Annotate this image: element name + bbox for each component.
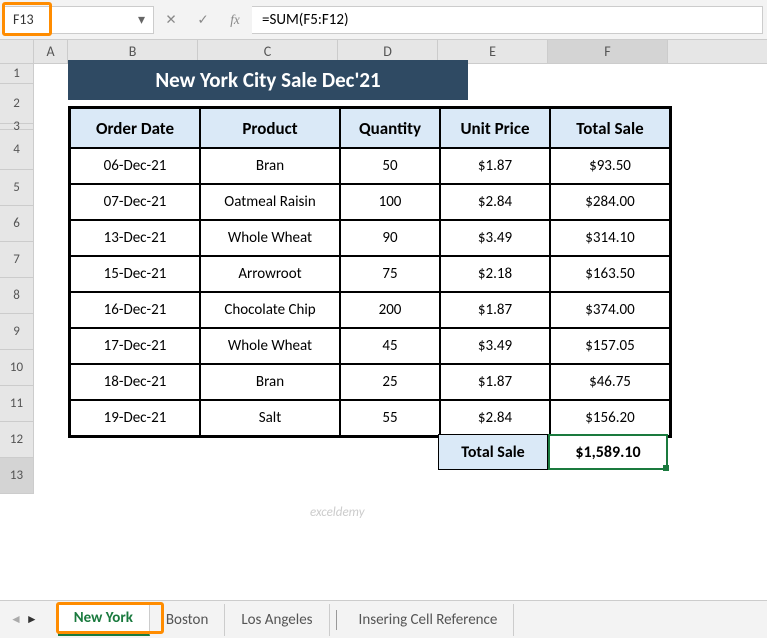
cell[interactable]: $1.87 (440, 292, 550, 328)
tab-label: New York (74, 609, 133, 627)
row-header-5[interactable]: 5 (0, 170, 34, 206)
cell[interactable]: 200 (340, 292, 440, 328)
row-header-1[interactable]: 1 (0, 64, 34, 84)
tab-separator (336, 610, 337, 630)
cell[interactable]: 50 (340, 148, 440, 184)
sheet-tabs-bar: ◄ ► New York Boston Los Angeles Insering… (0, 600, 767, 638)
row-headers: 1 2 3 4 5 6 7 8 9 10 11 12 13 (0, 64, 34, 494)
table-row: 16-Dec-21Chocolate Chip200$1.87$374.00 (70, 292, 670, 328)
cell[interactable]: $1.87 (440, 364, 550, 400)
cell[interactable]: 19-Dec-21 (70, 400, 200, 436)
cell[interactable]: $284.00 (550, 184, 670, 220)
check-icon: ✓ (197, 12, 208, 28)
formula-text: =SUM(F5:F12) (262, 11, 349, 29)
select-all-corner[interactable] (0, 40, 34, 63)
cell[interactable]: Bran (200, 364, 340, 400)
cell[interactable]: Arrowroot (200, 256, 340, 292)
cell[interactable]: $157.05 (550, 328, 670, 364)
total-label[interactable]: Total Sale (438, 434, 548, 470)
table-header-row: Order Date Product Quantity Unit Price T… (70, 108, 670, 148)
watermark: exceldemy (310, 505, 365, 520)
cell[interactable]: $3.49 (440, 328, 550, 364)
data-table: Order Date Product Quantity Unit Price T… (68, 106, 672, 438)
cell[interactable]: 17-Dec-21 (70, 328, 200, 364)
cell[interactable]: $163.50 (550, 256, 670, 292)
table-row: 13-Dec-21Whole Wheat90$3.49$314.10 (70, 220, 670, 256)
sheet-tab-los-angeles[interactable]: Los Angeles (225, 604, 329, 636)
formula-input[interactable]: =SUM(F5:F12) (252, 6, 763, 34)
table-row: 17-Dec-21Whole Wheat45$3.49$157.05 (70, 328, 670, 364)
header-unit-price[interactable]: Unit Price (440, 108, 550, 148)
accept-formula-button[interactable]: ✓ (188, 6, 218, 34)
cell[interactable]: 07-Dec-21 (70, 184, 200, 220)
sheet-tab-new-york[interactable]: New York (58, 604, 150, 636)
cell[interactable]: 75 (340, 256, 440, 292)
header-order-date[interactable]: Order Date (70, 108, 200, 148)
name-box-value: F13 (13, 11, 34, 28)
cell[interactable]: $314.10 (550, 220, 670, 256)
name-box[interactable]: F13 ▾ (4, 6, 154, 34)
cell[interactable]: $156.20 (550, 400, 670, 436)
header-quantity[interactable]: Quantity (340, 108, 440, 148)
spreadsheet-grid: A B C D E F 1 2 3 4 5 6 7 8 9 10 11 12 1… (0, 40, 767, 600)
cell[interactable]: Oatmeal Raisin (200, 184, 340, 220)
cell[interactable]: $2.84 (440, 400, 550, 436)
row-header-9[interactable]: 9 (0, 314, 34, 350)
tab-nav-next-icon[interactable]: ► (26, 612, 38, 627)
cell[interactable]: 45 (340, 328, 440, 364)
cell[interactable]: $1.87 (440, 148, 550, 184)
tab-navigation: ◄ ► (10, 612, 38, 627)
cell[interactable]: 06-Dec-21 (70, 148, 200, 184)
header-product[interactable]: Product (200, 108, 340, 148)
total-row: Total Sale $1,589.10 (438, 434, 668, 470)
cell[interactable]: $2.18 (440, 256, 550, 292)
row-header-11[interactable]: 11 (0, 386, 34, 422)
sheet-tab-inserting-ref[interactable]: Insering Cell Reference (343, 604, 515, 636)
fx-icon: fx (230, 12, 240, 28)
row-header-10[interactable]: 10 (0, 350, 34, 386)
cell[interactable]: 55 (340, 400, 440, 436)
table-row: 06-Dec-21Bran50$1.87$93.50 (70, 148, 670, 184)
active-cell-F13[interactable]: $1,589.10 (548, 434, 668, 470)
cancel-formula-button[interactable]: ✕ (156, 6, 186, 34)
row-header-2[interactable]: 2 (0, 84, 34, 124)
cell[interactable]: 18-Dec-21 (70, 364, 200, 400)
insert-function-button[interactable]: fx (220, 6, 250, 34)
row-header-6[interactable]: 6 (0, 206, 34, 242)
cell[interactable]: 100 (340, 184, 440, 220)
cell[interactable]: Bran (200, 148, 340, 184)
col-header-A[interactable]: A (34, 40, 68, 63)
cell[interactable]: 15-Dec-21 (70, 256, 200, 292)
row-header-7[interactable]: 7 (0, 242, 34, 278)
cell[interactable]: 25 (340, 364, 440, 400)
cell[interactable]: 13-Dec-21 (70, 220, 200, 256)
cell[interactable]: 90 (340, 220, 440, 256)
row-header-4[interactable]: 4 (0, 130, 34, 170)
row-header-13[interactable]: 13 (0, 458, 34, 494)
cell[interactable]: $3.49 (440, 220, 550, 256)
chevron-down-icon[interactable]: ▾ (138, 11, 145, 28)
formula-bar: F13 ▾ ✕ ✓ fx =SUM(F5:F12) (0, 0, 767, 40)
sheet-tab-boston[interactable]: Boston (150, 604, 225, 636)
cell[interactable]: Salt (200, 400, 340, 436)
header-total-sale[interactable]: Total Sale (550, 108, 670, 148)
cell[interactable]: $2.84 (440, 184, 550, 220)
cell[interactable]: Whole Wheat (200, 328, 340, 364)
cell[interactable]: $374.00 (550, 292, 670, 328)
cell[interactable]: 16-Dec-21 (70, 292, 200, 328)
table-row: 18-Dec-21Bran25$1.87$46.75 (70, 364, 670, 400)
table-title[interactable]: New York City Sale Dec'21 (68, 60, 468, 100)
table-row: 07-Dec-21Oatmeal Raisin100$2.84$284.00 (70, 184, 670, 220)
cell[interactable]: Whole Wheat (200, 220, 340, 256)
table-row: 19-Dec-21Salt55$2.84$156.20 (70, 400, 670, 436)
row-header-8[interactable]: 8 (0, 278, 34, 314)
tab-nav-prev-icon[interactable]: ◄ (10, 612, 22, 627)
row-header-12[interactable]: 12 (0, 422, 34, 458)
cell[interactable]: Chocolate Chip (200, 292, 340, 328)
cell[interactable]: $93.50 (550, 148, 670, 184)
cell[interactable]: $46.75 (550, 364, 670, 400)
col-header-F[interactable]: F (548, 40, 668, 63)
close-icon: ✕ (165, 12, 176, 28)
table-row: 15-Dec-21Arrowroot75$2.18$163.50 (70, 256, 670, 292)
